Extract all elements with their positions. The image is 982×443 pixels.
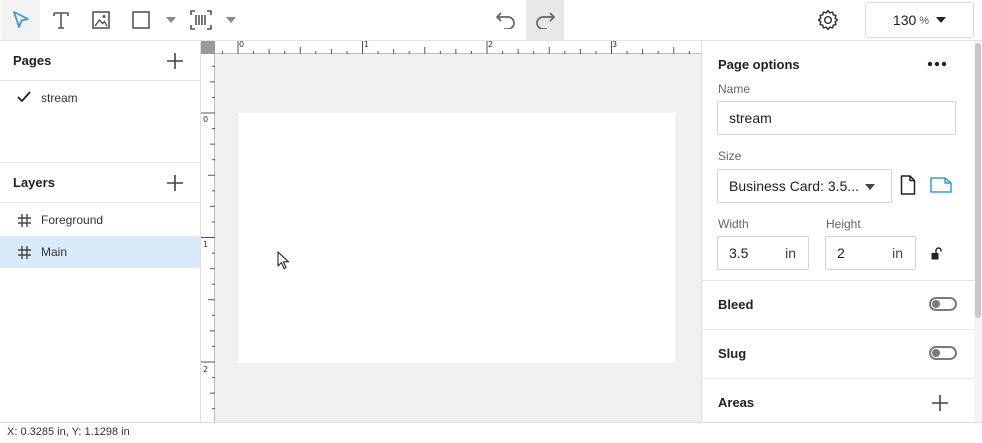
status-bar: X: 0.3285 in, Y: 1.1298 in (0, 422, 982, 443)
page-options-title: Page options (718, 57, 800, 72)
barcode-dropdown-caret[interactable] (225, 14, 237, 26)
layer-hash-icon (18, 214, 31, 227)
layer-item-label: Foreground (41, 213, 104, 227)
height-unit: in (892, 245, 903, 261)
height-value: 2 (837, 245, 845, 261)
divider (702, 329, 974, 330)
undo-button[interactable] (487, 0, 525, 40)
name-field[interactable]: stream (717, 101, 956, 135)
landscape-orientation-icon[interactable] (930, 177, 952, 193)
toolbar: 130 % (0, 0, 982, 41)
width-value: 3.5 (729, 245, 749, 261)
gear-icon (817, 9, 839, 31)
toggle-knob (932, 300, 940, 308)
artboard-page[interactable] (238, 113, 675, 363)
layers-header: Layers (0, 163, 200, 203)
canvas-area[interactable]: 0 1 2 3 0 1 2 (201, 41, 701, 422)
redo-button[interactable] (526, 0, 564, 40)
shape-dropdown-caret[interactable] (165, 14, 177, 26)
undo-icon (496, 12, 515, 29)
page-item-label: stream (41, 91, 78, 105)
redo-icon (536, 12, 555, 29)
image-tool-button[interactable] (86, 0, 116, 40)
ruler-left-label: 1 (203, 240, 209, 249)
unlock-icon[interactable] (931, 247, 942, 260)
chevron-down-icon (166, 17, 176, 23)
bleed-label: Bleed (718, 297, 754, 312)
shape-tool-button[interactable] (126, 0, 156, 40)
layer-item-label: Main (41, 245, 68, 259)
image-icon (92, 11, 110, 29)
ruler-left-label: 0 (203, 115, 209, 124)
mouse-cursor-icon (277, 251, 290, 270)
ruler-top-label: 0 (239, 41, 245, 49)
settings-button[interactable] (810, 0, 846, 40)
check-icon (17, 91, 31, 103)
page-options-panel: Page options Name stream Size Business C… (701, 41, 982, 422)
ruler-top-label: 1 (364, 41, 370, 49)
width-label: Width (718, 217, 749, 231)
add-area-icon[interactable] (931, 394, 949, 412)
ruler-top-label: 2 (488, 41, 494, 49)
ruler-top: 0 1 2 3 (215, 41, 701, 54)
slug-label: Slug (718, 346, 747, 361)
ruler-top-label: 3 (612, 41, 618, 49)
pages-header: Pages (0, 41, 200, 81)
more-options-icon[interactable] (926, 57, 948, 71)
toggle-knob (932, 349, 940, 357)
add-layer-icon[interactable] (165, 173, 185, 193)
ruler-corner (201, 41, 215, 54)
height-field[interactable]: 2 in (825, 236, 916, 270)
text-tool-button[interactable] (46, 0, 76, 40)
pointer-arrow-icon (12, 11, 29, 28)
page-item[interactable]: stream (0, 82, 200, 114)
divider (702, 280, 974, 281)
bleed-toggle[interactable] (929, 297, 957, 311)
size-label: Size (718, 149, 742, 163)
zoom-dropdown[interactable]: 130 % (865, 2, 974, 38)
select-tool-button[interactable] (1, 0, 40, 40)
ruler-left-label: 2 (203, 365, 209, 374)
zoom-unit: % (919, 15, 930, 27)
text-icon (53, 12, 69, 29)
pages-title: Pages (13, 53, 52, 68)
areas-label: Areas (718, 395, 755, 410)
chevron-down-icon (936, 17, 947, 23)
ruler-left: 0 1 2 (201, 54, 215, 422)
rectangle-icon (132, 11, 150, 29)
portrait-orientation-icon[interactable] (900, 175, 916, 195)
scrollbar-thumb[interactable] (975, 43, 981, 318)
height-label: Height (826, 217, 861, 231)
left-panel: Pages stream Layers Foreground Main (0, 41, 201, 422)
chevron-down-icon (226, 17, 236, 23)
layers-title: Layers (13, 175, 55, 190)
add-page-icon[interactable] (165, 51, 185, 71)
width-field[interactable]: 3.5 in (717, 236, 809, 270)
width-unit: in (785, 245, 796, 261)
zoom-value: 130 (892, 12, 917, 28)
layer-hash-icon (18, 246, 31, 259)
panel-scrollbar[interactable] (974, 41, 982, 422)
layer-item-main[interactable]: Main (0, 236, 200, 268)
size-value: Business Card: 3.5... (729, 178, 859, 194)
name-label: Name (718, 82, 751, 96)
name-value: stream (729, 110, 772, 126)
barcode-tool-button[interactable] (186, 0, 216, 40)
size-select[interactable]: Business Card: 3.5... (717, 169, 892, 203)
ruler-top-ticks (221, 41, 690, 54)
cursor-coordinates: X: 0.3285 in, Y: 1.1298 in (7, 426, 130, 438)
divider (702, 378, 974, 379)
barcode-icon (190, 10, 212, 30)
slug-toggle[interactable] (929, 346, 957, 360)
chevron-down-icon (865, 184, 875, 190)
layer-item-foreground[interactable]: Foreground (0, 204, 200, 236)
